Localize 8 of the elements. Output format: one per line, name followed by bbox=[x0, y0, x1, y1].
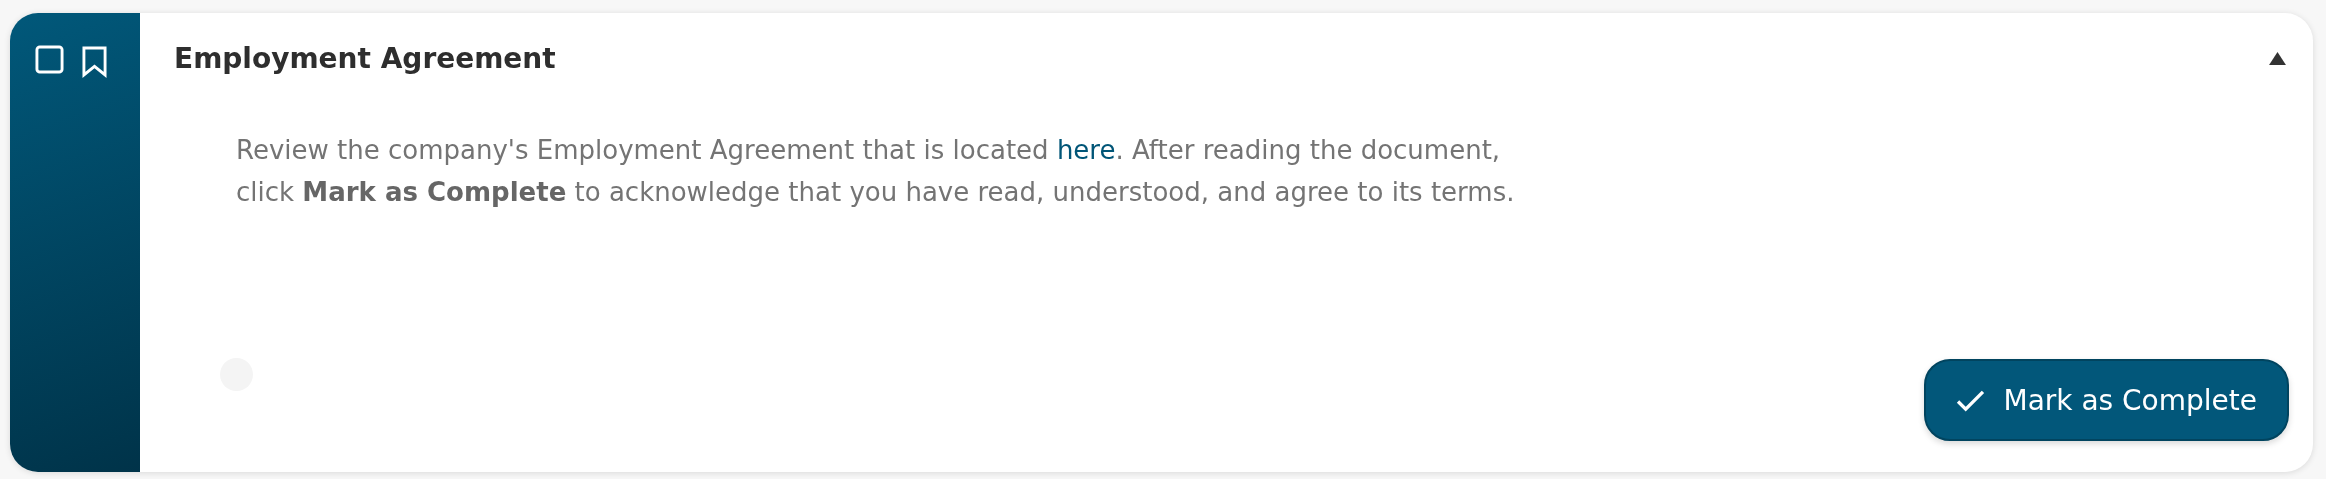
collapse-icon[interactable] bbox=[2268, 50, 2287, 66]
checkbox[interactable] bbox=[35, 45, 64, 74]
mark-complete-button[interactable]: Mark as Complete bbox=[1924, 359, 2289, 441]
bookmark-icon[interactable] bbox=[82, 45, 107, 78]
checkmark-icon bbox=[1956, 388, 1986, 412]
document-link[interactable]: here bbox=[1056, 135, 1116, 165]
task-title: Employment Agreement bbox=[174, 41, 556, 75]
task-description: Review the company's Employment Agreement that is located here. After reading the document, click Mark as Complete to acknowledge that you have read, understood, and agree to its terms. bbox=[236, 134, 1516, 209]
